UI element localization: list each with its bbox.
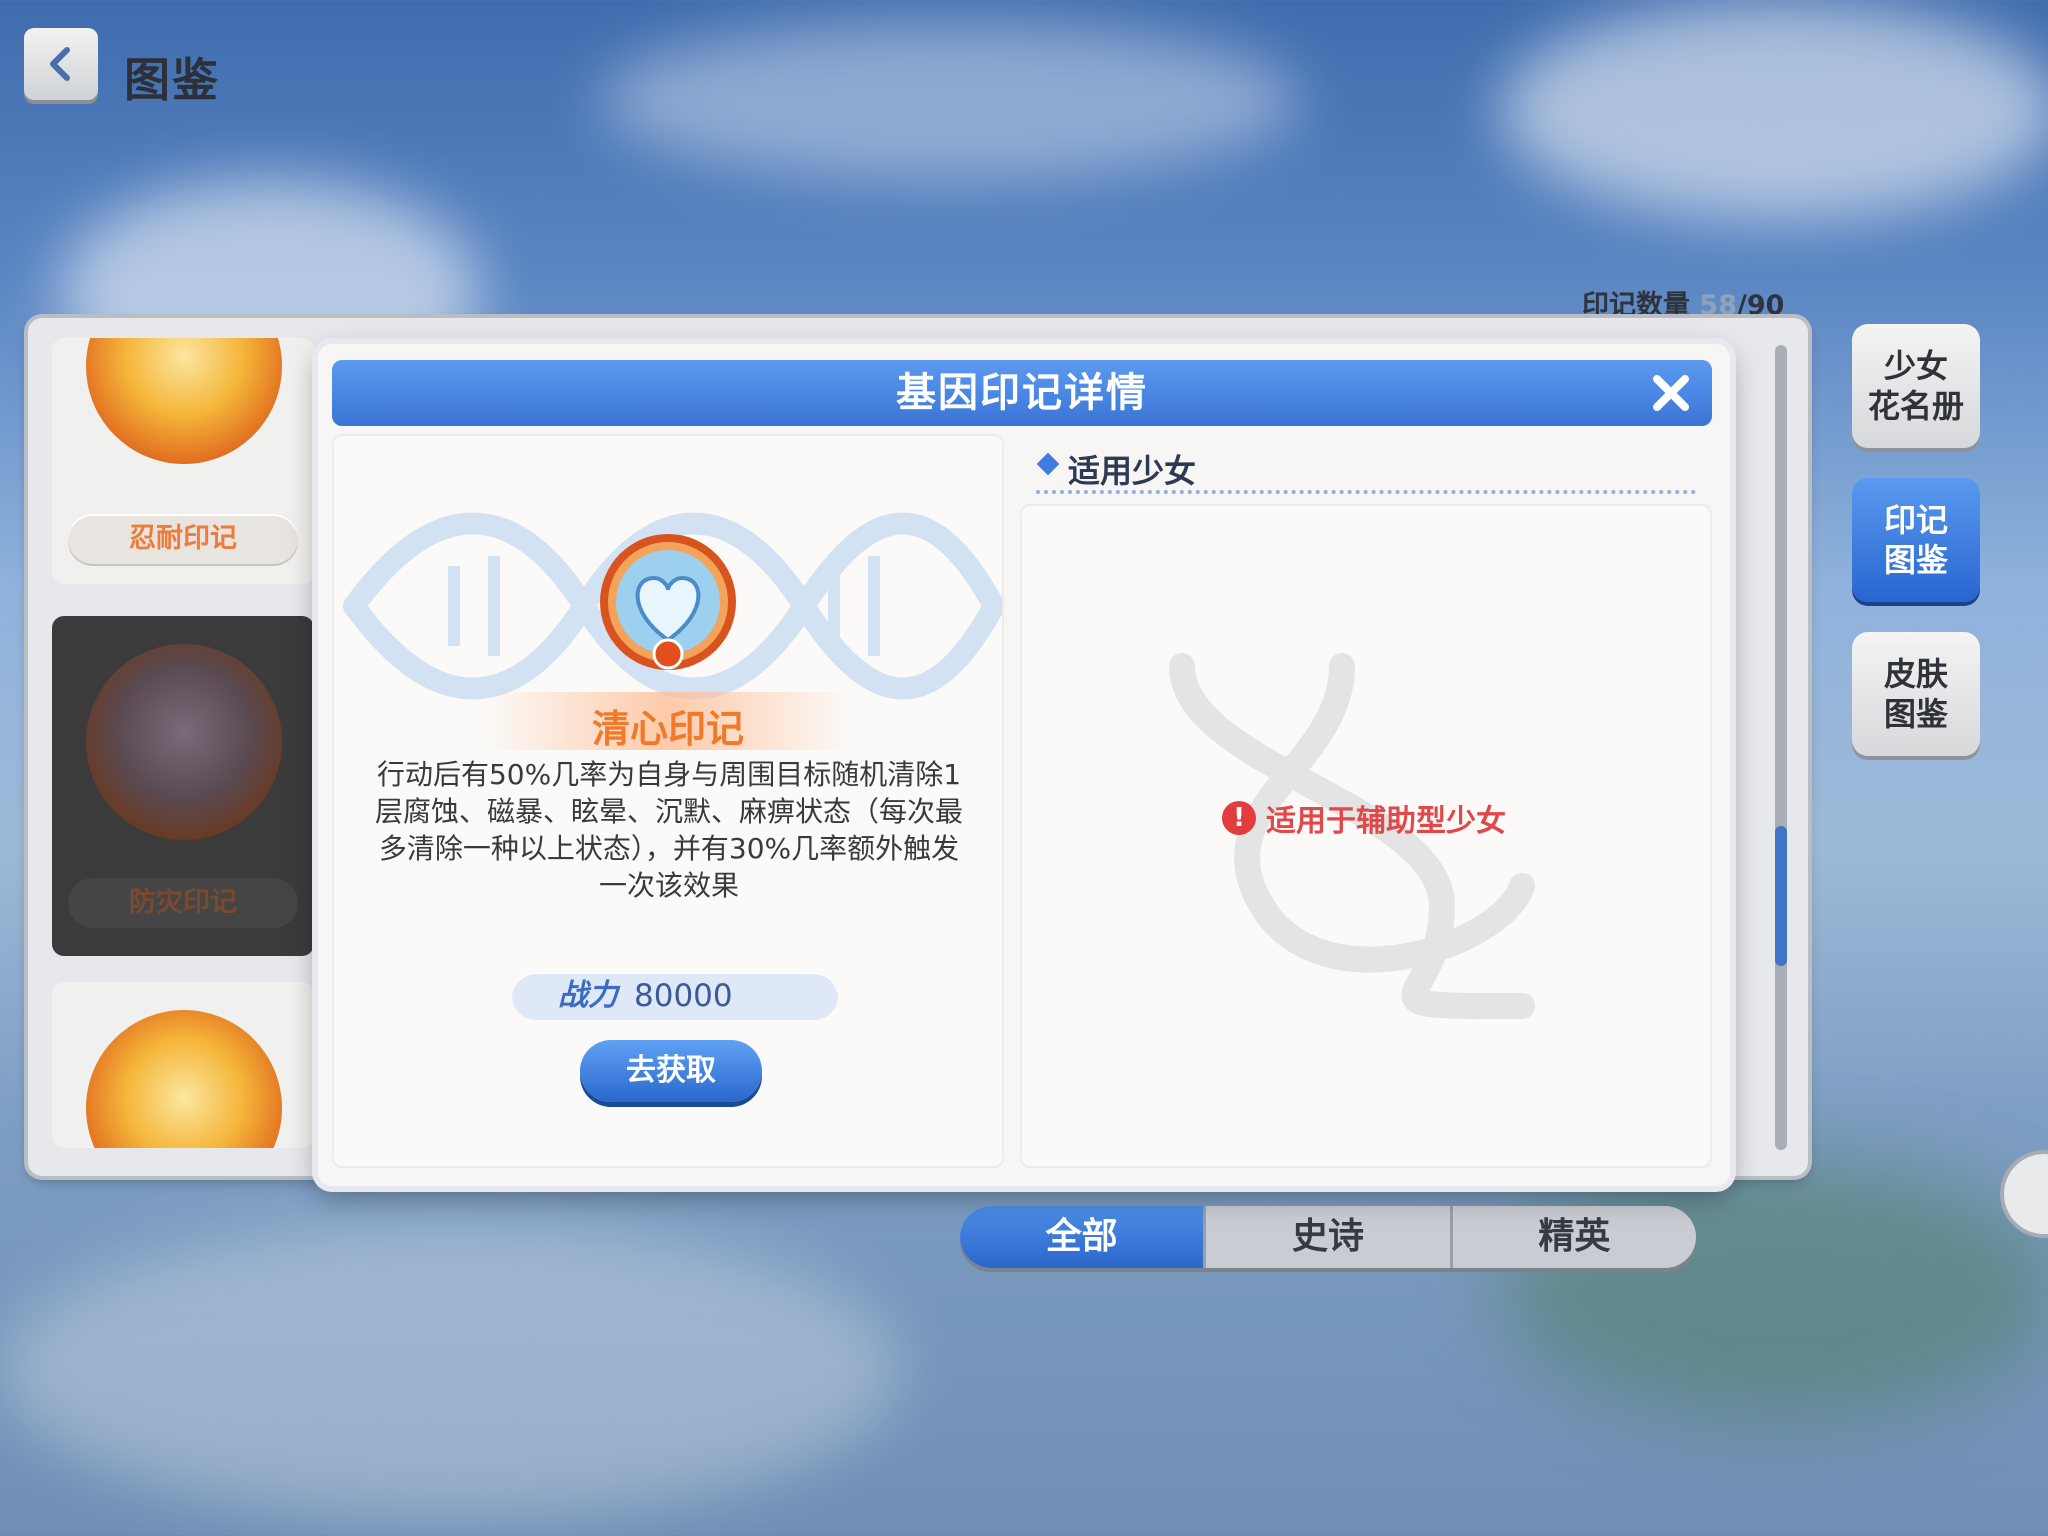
endurance-mark-icon <box>86 338 282 464</box>
power-display: 战力 80000 <box>512 972 838 1020</box>
tab-mark-collection[interactable]: 印记 图鉴 <box>1852 478 1980 602</box>
filter-elite[interactable]: 精英 <box>1449 1206 1696 1268</box>
mark-description: 行动后有50%几率为自身与周围目标随机清除1层腐蚀、磁暴、眩晕、沉默、麻痹状态（… <box>374 758 963 902</box>
mark-card-disaster-prevention[interactable]: 防灾印记 <box>52 616 314 956</box>
section-title: 适用少女 <box>1068 452 1197 490</box>
dialog-header: 基因印记详情 <box>332 360 1712 426</box>
acquire-button[interactable]: 去获取 <box>580 1040 762 1102</box>
scrollbar-track[interactable] <box>1775 345 1787 1150</box>
chevron-left-icon <box>50 47 70 81</box>
mark-card-endurance[interactable]: 忍耐印记 <box>52 338 314 584</box>
mark-card-label: 忍耐印记 <box>68 514 298 564</box>
mark-count-total: /90 <box>1736 290 1785 321</box>
close-button[interactable] <box>1646 368 1696 418</box>
tab-skin-collection[interactable]: 皮肤 图鉴 <box>1852 632 1980 756</box>
scrollbar-thumb[interactable] <box>1775 826 1787 966</box>
warning-icon: ! <box>1222 801 1256 835</box>
power-label: 战力 <box>558 978 618 1013</box>
cloud-decoration <box>1500 0 2048 220</box>
mark-card-label: 防灾印记 <box>68 878 298 928</box>
landscape-decoration <box>1500 1160 2048 1420</box>
filter-bar: 全部 史诗 精英 <box>960 1206 1696 1268</box>
back-button[interactable] <box>24 28 98 100</box>
diamond-icon <box>1036 452 1060 476</box>
filter-epic[interactable]: 史诗 <box>1203 1206 1449 1268</box>
dialog-title: 基因印记详情 <box>896 370 1148 416</box>
mark-count-current: 58 <box>1699 290 1737 321</box>
clear-heart-mark-icon <box>600 534 736 670</box>
burst-mark-icon <box>86 1010 282 1148</box>
dotted-divider <box>1036 490 1696 494</box>
mark-name: 清心印记 <box>591 707 744 751</box>
close-icon <box>1653 375 1689 411</box>
cloud-decoration <box>0 1220 900 1520</box>
section-header: 适用少女 <box>1036 446 1696 494</box>
mark-card-third[interactable] <box>52 982 314 1148</box>
page-title: 图鉴 <box>124 53 220 107</box>
cloud-decoration <box>600 20 1300 180</box>
mark-count: 印记数量 58/90 <box>1582 283 1784 322</box>
tab-girl-roster[interactable]: 少女 花名册 <box>1852 324 1980 448</box>
applicable-girls-panel: ! 适用于辅助型少女 <box>1022 506 1710 1166</box>
mark-detail-dialog: 基因印记详情 清心印记 行动后有50%几率为自身与周围目标随机清除1层腐蚀、磁暴… <box>318 344 1730 1186</box>
filter-all[interactable]: 全部 <box>960 1206 1204 1268</box>
mark-count-label: 印记数量 <box>1582 290 1700 321</box>
applicable-hint: ! 适用于辅助型少女 <box>1222 796 1506 840</box>
umbrella-mark-icon <box>86 644 282 840</box>
applicable-hint-text: 适用于辅助型少女 <box>1266 804 1506 839</box>
power-value: 80000 <box>634 978 733 1014</box>
mark-info-panel: 清心印记 行动后有50%几率为自身与周围目标随机清除1层腐蚀、磁暴、眩晕、沉默、… <box>334 436 1002 1166</box>
